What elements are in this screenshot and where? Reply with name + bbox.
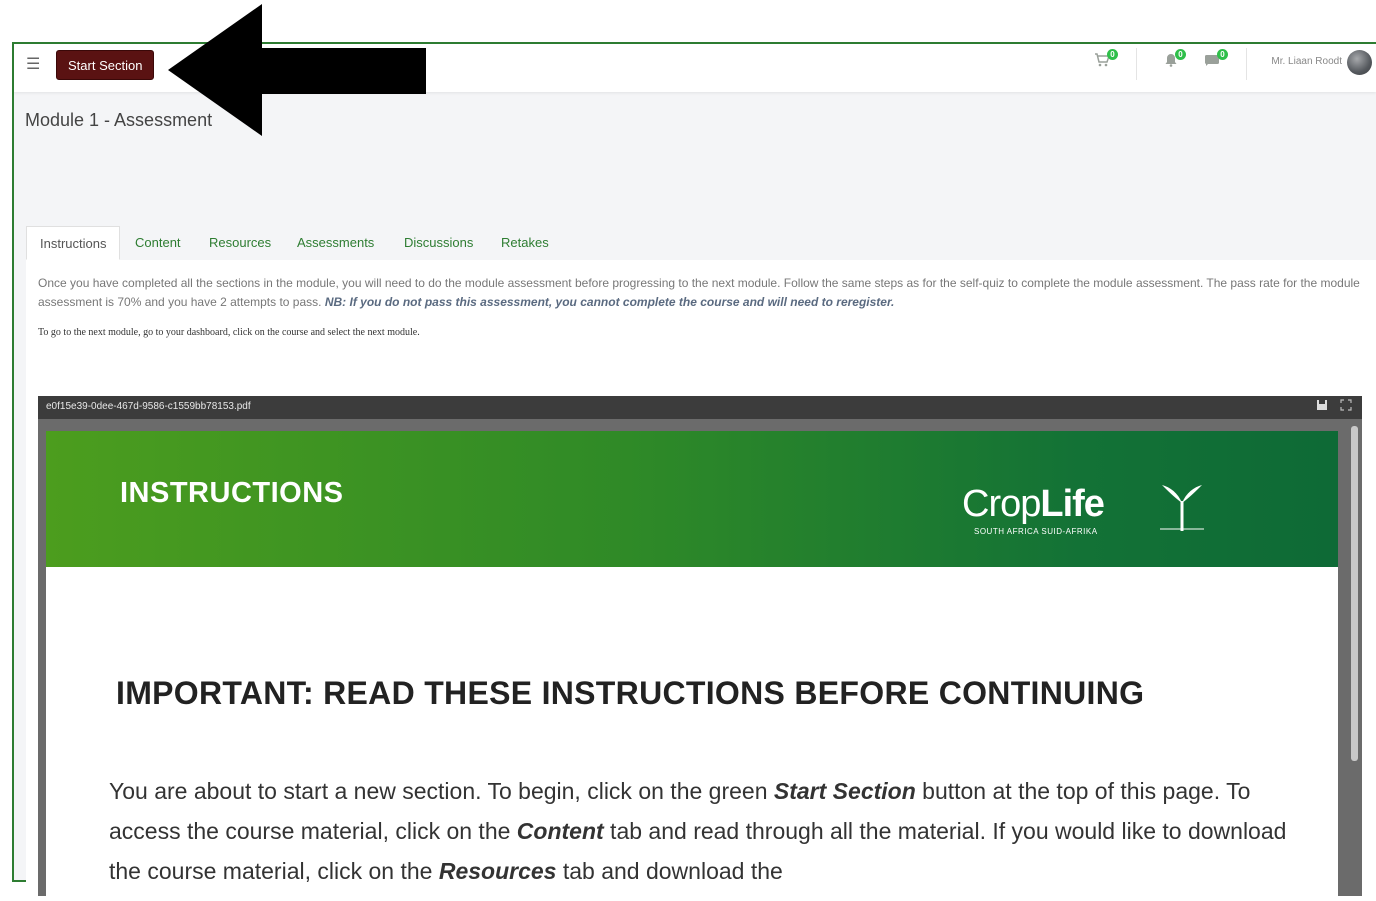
pdf-heading: IMPORTANT: READ THESE INSTRUCTIONS BEFOR… [116, 675, 1145, 711]
croplife-logo: CropLife SOUTH AFRICA SUID-AFRIKA [962, 483, 1222, 543]
avatar[interactable] [1347, 50, 1372, 75]
tab-content[interactable]: Content [122, 226, 194, 260]
logo-text: CropLife [962, 483, 1105, 525]
left-arrow-icon [168, 4, 426, 136]
logo-subtitle: SOUTH AFRICA SUID-AFRIKA [974, 527, 1098, 536]
divider [1136, 48, 1137, 80]
message-icon[interactable]: 0 [1204, 49, 1228, 69]
tab-discussions[interactable]: Discussions [391, 226, 486, 260]
pdf-scrollbar[interactable] [1351, 426, 1358, 761]
divider [1246, 48, 1247, 80]
banner-title: INSTRUCTIONS [120, 477, 344, 509]
save-icon[interactable] [1316, 399, 1328, 414]
cart-icon[interactable]: 0 [1094, 49, 1118, 70]
pdf-body-text: You are about to start a new section. To… [109, 778, 1287, 884]
bell-count-badge: 0 [1175, 49, 1186, 60]
bell-icon[interactable]: 0 [1164, 49, 1186, 70]
tab-resources[interactable]: Resources [196, 226, 284, 260]
tab-assessments[interactable]: Assessments [284, 226, 387, 260]
fullscreen-icon[interactable] [1340, 399, 1352, 414]
message-count-badge: 0 [1217, 49, 1228, 60]
instructions-panel: Once you have completed all the sections… [26, 260, 1376, 901]
start-section-button[interactable]: Start Section [56, 50, 155, 80]
pdf-toolbar: e0f15e39-0dee-467d-9586-c1559bb78153.pdf [38, 396, 1362, 419]
pdf-file-name: e0f15e39-0dee-467d-9586-c1559bb78153.pdf [46, 401, 251, 412]
instructions-text: Once you have completed all the sections… [38, 274, 1368, 311]
app-frame: ☰ Start Section 0 0 0 Mr. Liaan Roodt Mo… [12, 42, 1376, 901]
tab-instructions[interactable]: Instructions [26, 226, 121, 260]
cart-count-badge: 0 [1107, 49, 1118, 60]
hamburger-menu-icon[interactable]: ☰ [26, 54, 40, 74]
user-name[interactable]: Mr. Liaan Roodt [1271, 56, 1342, 67]
pdf-banner: INSTRUCTIONS CropLife SOUTH AFRICA SUID-… [46, 431, 1338, 567]
sprout-icon [1160, 485, 1204, 531]
pdf-page: INSTRUCTIONS CropLife SOUTH AFRICA SUID-… [46, 431, 1338, 901]
tab-bar: Instructions Content Resources Assessmen… [26, 226, 1376, 261]
pdf-viewer[interactable]: e0f15e39-0dee-467d-9586-c1559bb78153.pdf… [38, 396, 1362, 901]
tab-retakes[interactable]: Retakes [488, 226, 562, 260]
instructions-warning: NB: If you do not pass this assessment, … [324, 294, 895, 309]
next-module-note: To go to the next module, go to your das… [38, 327, 420, 338]
